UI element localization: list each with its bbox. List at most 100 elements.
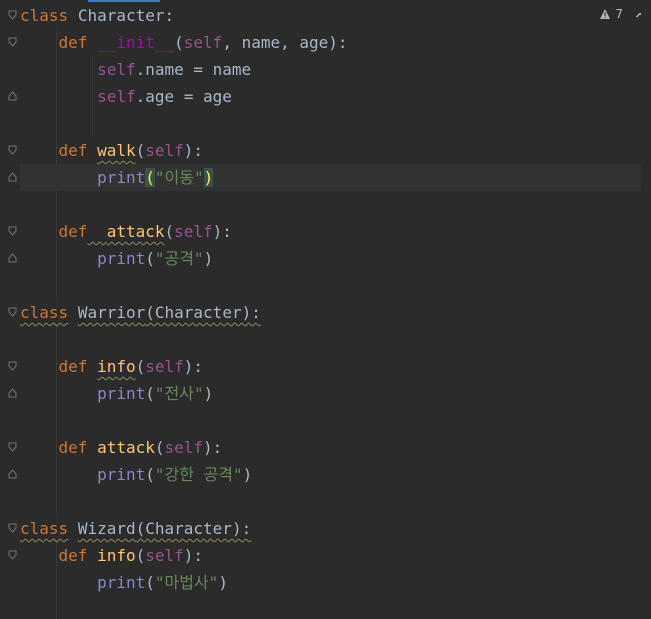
fold-close-icon[interactable]: [8, 469, 17, 479]
code-token: self: [145, 357, 184, 376]
code-token: print: [97, 168, 146, 187]
code-token: Wizard: [77, 519, 136, 538]
code-token: (: [145, 573, 155, 592]
code-token: (: [135, 357, 146, 376]
code-line[interactable]: def attack(self):: [20, 434, 223, 461]
code-token: ):: [183, 546, 204, 565]
code-line[interactable]: print("공격"): [20, 245, 213, 272]
code-editor[interactable]: class Character: def __init__(self, name…: [0, 0, 651, 619]
code-token: .age = age: [135, 87, 232, 106]
code-token: "마법사": [154, 573, 219, 592]
fold-close-icon[interactable]: [8, 91, 17, 101]
code-token: self: [174, 222, 213, 241]
code-token: attack: [97, 438, 155, 457]
code-token: class: [20, 303, 69, 322]
code-area[interactable]: class Character: def __init__(self, name…: [20, 0, 651, 619]
code-token: self: [145, 141, 184, 160]
code-token: class: [20, 6, 69, 25]
code-token: "전사": [154, 384, 204, 403]
code-line[interactable]: self.name = name: [20, 56, 251, 83]
code-token: info: [97, 546, 136, 565]
code-token: (: [145, 168, 155, 187]
code-token: print: [97, 573, 146, 592]
code-line[interactable]: class Wizard(Character):: [20, 515, 251, 542]
editor-gutter[interactable]: [0, 0, 20, 619]
code-token: Character: [77, 6, 165, 25]
code-line[interactable]: def info(self):: [20, 353, 204, 380]
code-token: (Character):: [145, 303, 261, 322]
code-token: self: [97, 87, 136, 106]
code-line[interactable]: print("전사"): [20, 380, 213, 407]
fold-open-icon[interactable]: [8, 10, 17, 20]
fold-close-icon[interactable]: [8, 388, 17, 398]
fold-open-icon[interactable]: [8, 145, 17, 155]
fold-open-icon[interactable]: [8, 523, 17, 533]
code-token: ):: [183, 141, 204, 160]
code-token: "공격": [154, 249, 204, 268]
code-token: print: [97, 384, 146, 403]
code-token: attack: [106, 222, 165, 241]
code-line[interactable]: def __init__(self, name, age):: [20, 29, 348, 56]
code-token: ): [203, 168, 214, 187]
code-token: print: [97, 249, 146, 268]
code-token: Warrior: [77, 303, 146, 322]
inspection-widget[interactable]: 7: [599, 7, 645, 21]
fold-open-icon[interactable]: [8, 226, 17, 236]
code-line[interactable]: print("마법사"): [20, 569, 228, 596]
code-line[interactable]: self.age = age: [20, 83, 232, 110]
fold-open-icon[interactable]: [8, 550, 17, 560]
fold-open-icon[interactable]: [8, 307, 17, 317]
code-line[interactable]: class Character:: [20, 2, 174, 29]
code-token: "강한 공격": [154, 465, 243, 484]
code-line[interactable]: print("강한 공격"): [20, 461, 252, 488]
inspection-count: 7: [615, 7, 623, 21]
fold-open-icon[interactable]: [8, 361, 17, 371]
fold-open-icon[interactable]: [8, 442, 17, 452]
code-token: ): [203, 384, 214, 403]
code-token: ): [218, 573, 228, 592]
code-token: __init__: [97, 33, 175, 52]
fold-open-icon[interactable]: [8, 37, 17, 47]
code-token: def: [58, 33, 88, 52]
code-token: (: [145, 465, 155, 484]
code-token: (: [174, 33, 184, 52]
code-line[interactable]: def attack(self):: [20, 218, 232, 245]
fold-close-icon[interactable]: [8, 253, 17, 263]
code-line[interactable]: def walk(self):: [20, 137, 204, 164]
code-token: (: [145, 249, 155, 268]
code-line[interactable]: print("이동"): [20, 164, 651, 191]
code-token: def: [58, 438, 88, 457]
code-token: , name, age):: [222, 33, 348, 52]
code-line[interactable]: def info(self):: [20, 542, 204, 569]
code-token: .name = name: [135, 60, 252, 79]
code-token: "이동": [154, 168, 204, 187]
code-line[interactable]: class Warrior(Character):: [20, 299, 261, 326]
code-token: ):: [212, 222, 232, 241]
code-token: (: [154, 438, 165, 457]
fold-close-icon[interactable]: [8, 172, 17, 182]
code-token: class: [20, 519, 69, 538]
code-token: def: [58, 222, 88, 241]
code-token: :: [164, 6, 175, 25]
code-token: (: [135, 141, 146, 160]
code-token: ):: [183, 357, 204, 376]
code-token: (: [164, 222, 175, 241]
vertical-scrollbar[interactable]: [641, 0, 651, 619]
code-token: self: [97, 60, 136, 79]
